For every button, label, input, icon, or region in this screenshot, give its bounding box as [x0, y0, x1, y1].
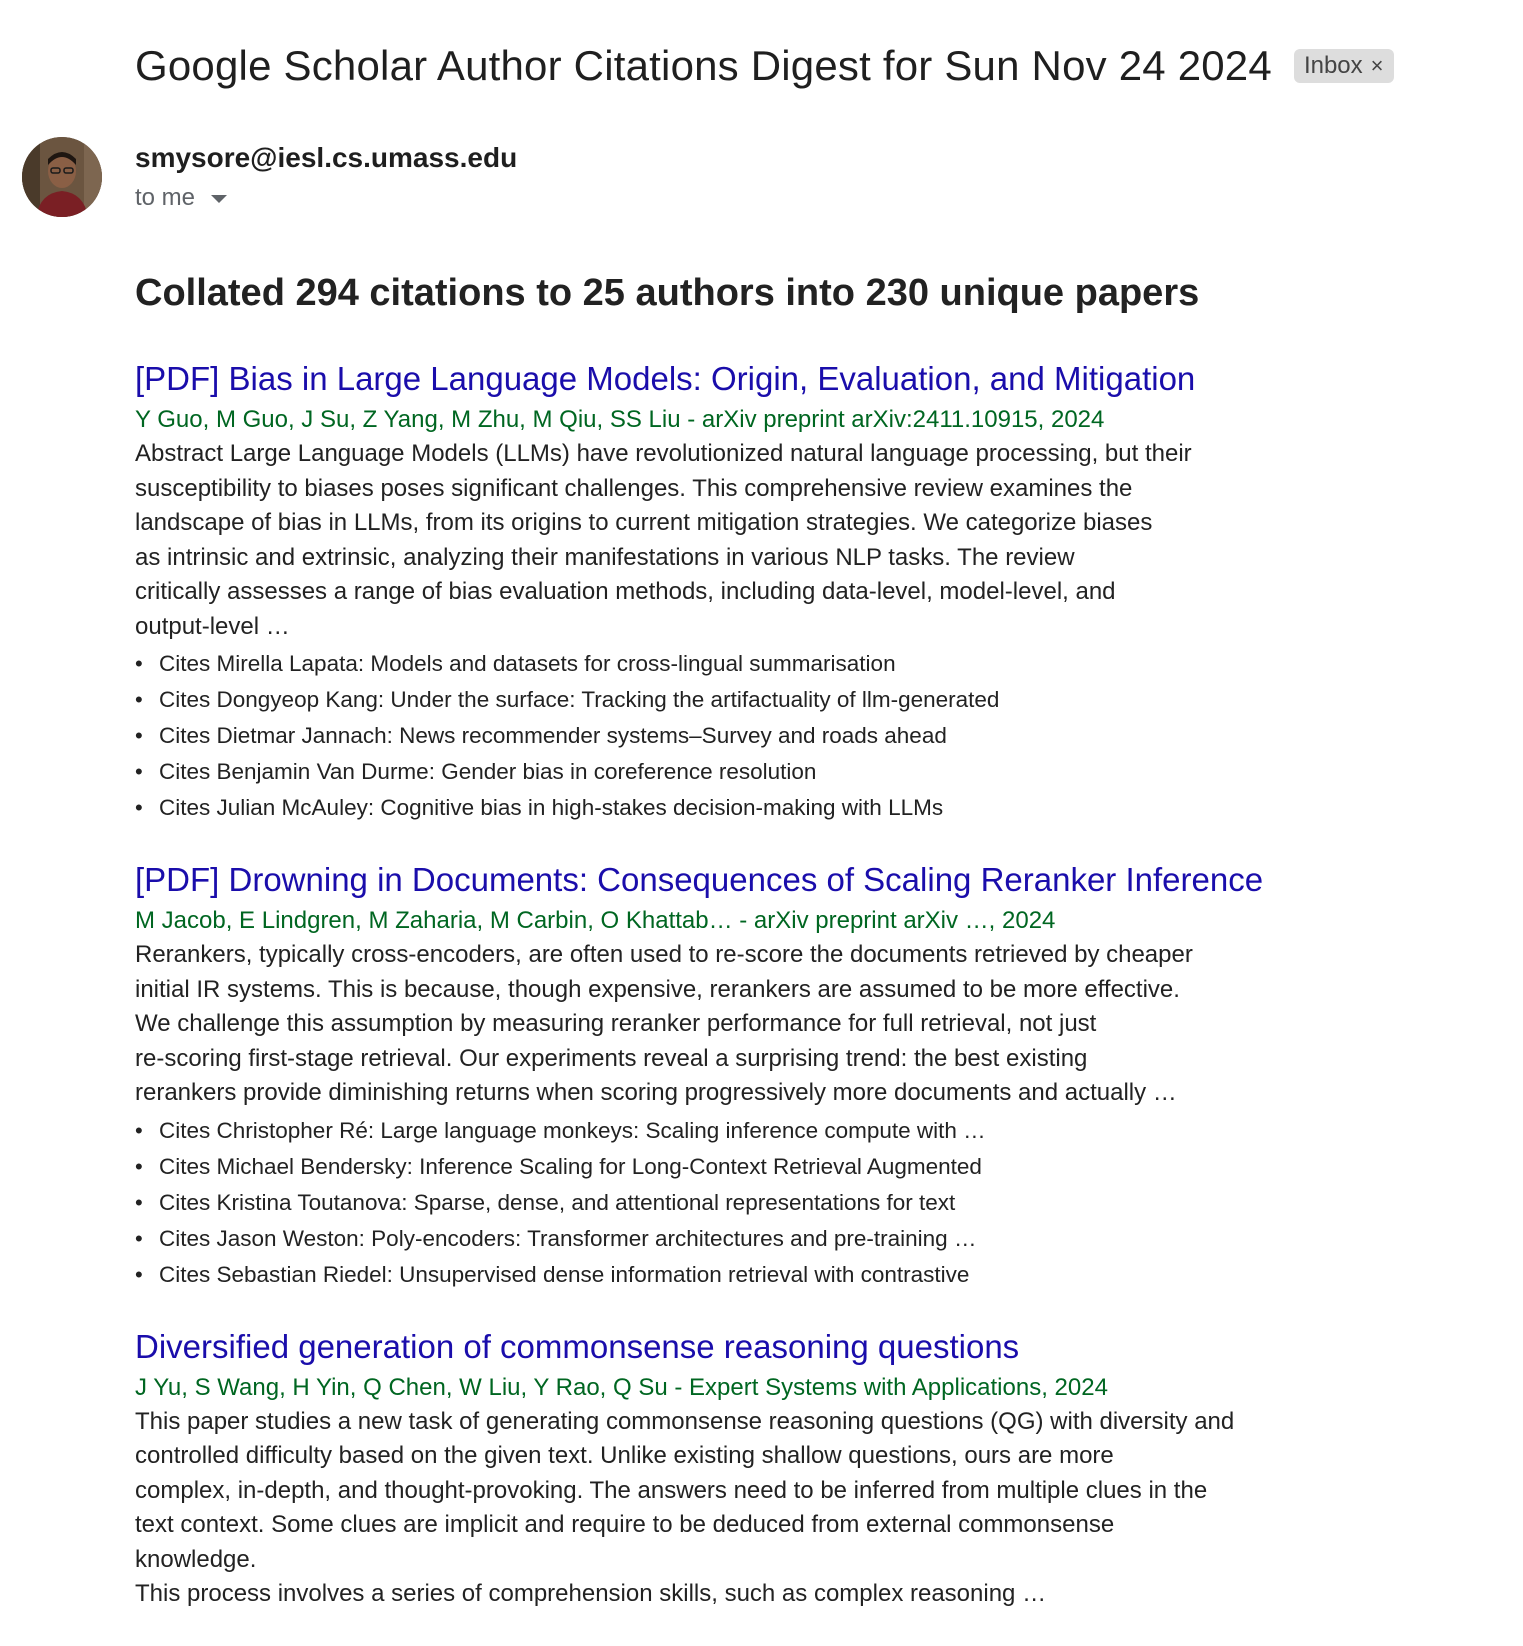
- paper-entry: [PDF] Drowning in Documents: Consequence…: [135, 860, 1395, 1293]
- email-body: Collated 294 citations to 25 authors int…: [135, 272, 1395, 1646]
- paper-title-link[interactable]: [PDF] Drowning in Documents: Consequence…: [135, 860, 1395, 900]
- cite-item: Cites Christopher Ré: Large language mon…: [135, 1113, 1395, 1149]
- abstract-line: output-level …: [135, 612, 290, 640]
- paper-entry: [PDF] Bias in Large Language Models: Ori…: [135, 359, 1395, 826]
- abstract-line: knowledge.: [135, 1545, 257, 1573]
- paper-authors: Y Guo, M Guo, J Su, Z Yang, M Zhu, M Qiu…: [135, 406, 1105, 433]
- paper-title-link[interactable]: Diversified generation of commonsense re…: [135, 1327, 1395, 1367]
- paper-abstract: Abstract Large Language Models (LLMs) ha…: [135, 437, 1395, 644]
- recipient-line[interactable]: to me: [135, 184, 228, 212]
- cites-list: Cites Christopher Ré: Large language mon…: [135, 1113, 1395, 1293]
- abstract-line: Abstract Large Language Models (LLMs) ha…: [135, 440, 1192, 467]
- paper-list: [PDF] Bias in Large Language Models: Ori…: [135, 359, 1395, 1612]
- cite-item: Cites Sebastian Riedel: Unsupervised den…: [135, 1257, 1395, 1293]
- abstract-line: rerankers provide diminishing returns wh…: [135, 1079, 1177, 1106]
- details-dropdown-icon[interactable]: [211, 195, 228, 203]
- email-header: Google Scholar Author Citations Digest f…: [135, 42, 1394, 90]
- cite-item: Cites Dietmar Jannach: News recommender …: [135, 718, 1395, 754]
- abstract-line: This paper studies a new task of generat…: [135, 1407, 1235, 1435]
- abstract-line: This process involves a series of compre…: [135, 1580, 1047, 1607]
- avatar-image: [22, 137, 102, 217]
- cite-item: Cites Benjamin Van Durme: Gender bias in…: [135, 754, 1395, 790]
- cite-item: Cites Michael Bendersky: Inference Scali…: [135, 1149, 1395, 1185]
- cite-item: Cites Dongyeop Kang: Under the surface: …: [135, 682, 1395, 718]
- abstract-line: critically assesses a range of bias eval…: [135, 578, 1116, 605]
- paper-abstract: Rerankers, typically cross-encoders, are…: [135, 938, 1395, 1111]
- digest-summary: Collated 294 citations to 25 authors int…: [135, 272, 1200, 314]
- sender-avatar[interactable]: [22, 137, 102, 217]
- inbox-label-chip[interactable]: Inbox ×: [1293, 49, 1394, 83]
- label-text: Inbox: [1303, 52, 1363, 79]
- paper-abstract: This paper studies a new task of generat…: [135, 1405, 1395, 1612]
- abstract-line: initial IR systems. This is because, tho…: [135, 975, 1180, 1003]
- paper-authors: J Yu, S Wang, H Yin, Q Chen, W Liu, Y Ra…: [135, 1373, 1108, 1401]
- abstract-line: controlled difficulty based on the given…: [135, 1442, 1114, 1469]
- abstract-line: as intrinsic and extrinsic, analyzing th…: [135, 543, 1075, 571]
- paper-authors: M Jacob, E Lindgren, M Zaharia, M Carbin…: [135, 907, 1056, 934]
- cites-list: Cites Mirella Lapata: Models and dataset…: [135, 646, 1395, 826]
- cite-item: Cites Kristina Toutanova: Sparse, dense,…: [135, 1185, 1395, 1221]
- paper-title-link[interactable]: [PDF] Bias in Large Language Models: Ori…: [135, 359, 1395, 399]
- abstract-line: Rerankers, typically cross-encoders, are…: [135, 941, 1193, 968]
- abstract-line: We challenge this assumption by measurin…: [135, 1010, 1097, 1037]
- abstract-line: text context. Some clues are implicit an…: [135, 1511, 1115, 1538]
- email-subject: Google Scholar Author Citations Digest f…: [135, 42, 1272, 89]
- cite-item: Cites Jason Weston: Poly-encoders: Trans…: [135, 1221, 1395, 1257]
- cite-item: Cites Julian McAuley: Cognitive bias in …: [135, 790, 1395, 826]
- abstract-line: re-scoring first-stage retrieval. Our ex…: [135, 1044, 1088, 1072]
- remove-label-icon[interactable]: ×: [1371, 53, 1384, 79]
- abstract-line: landscape of bias in LLMs, from its orig…: [135, 509, 1153, 536]
- abstract-line: susceptibility to biases poses significa…: [135, 474, 1133, 502]
- recipient-text: to me: [135, 184, 196, 211]
- paper-entry: Diversified generation of commonsense re…: [135, 1327, 1395, 1612]
- cite-item: Cites Mirella Lapata: Models and dataset…: [135, 646, 1395, 682]
- sender-address[interactable]: smysore@iesl.cs.umass.edu: [135, 142, 517, 174]
- abstract-line: complex, in-depth, and thought-provoking…: [135, 1476, 1208, 1504]
